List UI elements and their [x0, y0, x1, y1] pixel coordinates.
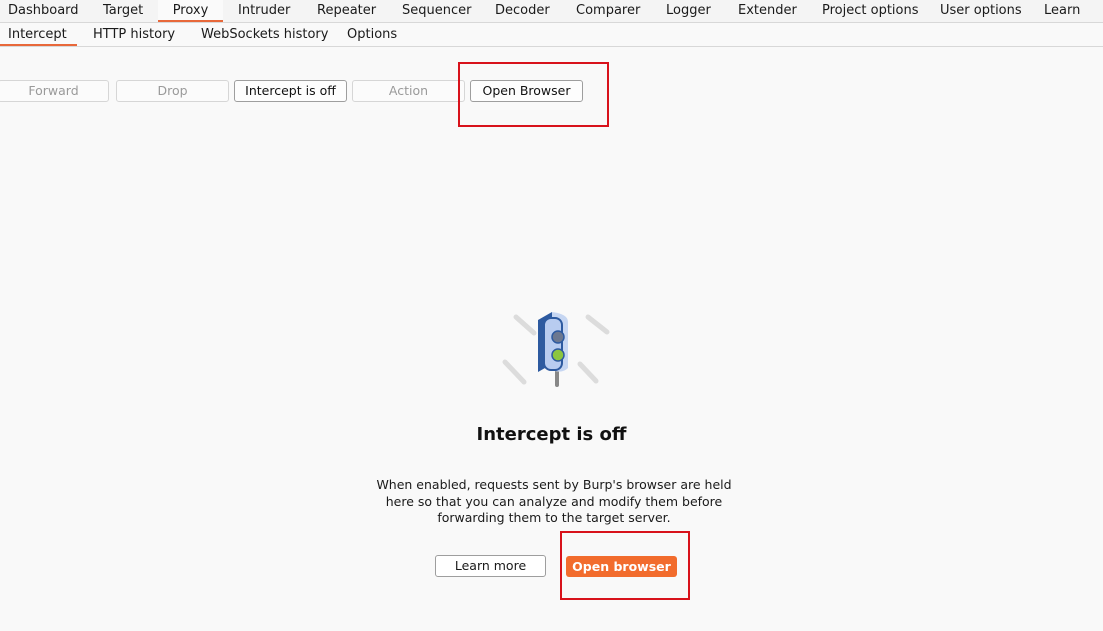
subtab-http-history[interactable]: HTTP history	[93, 24, 175, 46]
tab-user-options[interactable]: User options	[940, 0, 1022, 22]
tab-sequencer[interactable]: Sequencer	[402, 0, 471, 22]
tab-logger[interactable]: Logger	[666, 0, 711, 22]
tab-extender[interactable]: Extender	[738, 0, 797, 22]
learn-more-button[interactable]: Learn more	[435, 555, 546, 577]
tab-decoder[interactable]: Decoder	[495, 0, 550, 22]
subtab-intercept[interactable]: Intercept	[0, 24, 77, 46]
tab-repeater[interactable]: Repeater	[317, 0, 376, 22]
tab-dashboard[interactable]: Dashboard	[8, 0, 79, 22]
traffic-light-icon	[500, 306, 616, 392]
empty-state-description: When enabled, requests sent by Burp's br…	[376, 477, 732, 525]
drop-button[interactable]: Drop	[116, 80, 229, 102]
tab-proxy[interactable]: Proxy	[158, 0, 223, 22]
open-browser-toolbar-button[interactable]: Open Browser	[470, 80, 583, 102]
action-button[interactable]: Action	[352, 80, 465, 102]
tab-learn[interactable]: Learn	[1044, 0, 1080, 22]
forward-button[interactable]: Forward	[0, 80, 109, 102]
empty-state-title: Intercept is off	[476, 424, 627, 445]
subtab-websockets-history[interactable]: WebSockets history	[201, 24, 328, 46]
tab-target[interactable]: Target	[103, 0, 143, 22]
subtab-options[interactable]: Options	[347, 24, 397, 46]
tab-intruder[interactable]: Intruder	[238, 0, 290, 22]
open-browser-button[interactable]: Open browser	[566, 556, 677, 577]
proxy-sub-tab-bar: Intercept HTTP history WebSockets histor…	[0, 23, 1103, 47]
tab-comparer[interactable]: Comparer	[576, 0, 640, 22]
tab-project-options[interactable]: Project options	[822, 0, 919, 22]
intercept-toggle-button[interactable]: Intercept is off	[234, 80, 347, 102]
main-tab-bar: Dashboard Target Proxy Intruder Repeater…	[0, 0, 1103, 23]
